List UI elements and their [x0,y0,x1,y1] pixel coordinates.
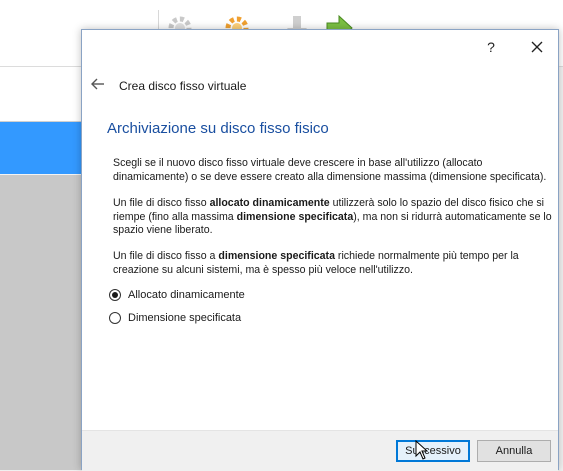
create-virtual-disk-dialog: ? Crea disco fisso virtuale Archiviazion… [81,29,559,471]
radio-button[interactable] [109,312,121,324]
radio-label-dynamic[interactable]: Allocato dinamicamente [128,289,245,301]
wizard-header: Crea disco fisso virtuale [82,72,558,98]
radio-dot [112,292,118,298]
radio-dynamic-allocation[interactable]: Allocato dinamicamente [109,287,245,303]
help-button[interactable]: ? [478,38,504,56]
cancel-button[interactable]: Annulla [477,440,551,462]
radio-fixed-size[interactable]: Dimensione specificata [109,310,241,326]
background-panel [0,67,82,122]
description-paragraph-3: Un file di disco fisso a dimensione spec… [113,250,519,276]
vm-list-area [0,175,82,470]
wizard-title: Crea disco fisso virtuale [119,79,247,93]
radio-button-selected[interactable] [109,289,121,301]
mouse-cursor-icon [415,440,429,460]
page-title: Archiviazione su disco fisso fisico [107,120,329,137]
description-paragraph-1: Scegli se il nuovo disco fisso virtuale … [113,157,547,183]
dialog-titlebar: ? [82,30,558,62]
next-button[interactable]: Successivo [396,440,470,462]
radio-label-fixed[interactable]: Dimensione specificata [128,312,241,324]
vm-list-selected-item[interactable] [0,122,82,174]
back-arrow-icon[interactable] [90,76,106,92]
close-icon[interactable] [524,36,550,58]
dialog-footer: Successivo Annulla [82,430,558,471]
description-paragraph-2: Un file di disco fisso allocato dinamica… [113,197,552,236]
